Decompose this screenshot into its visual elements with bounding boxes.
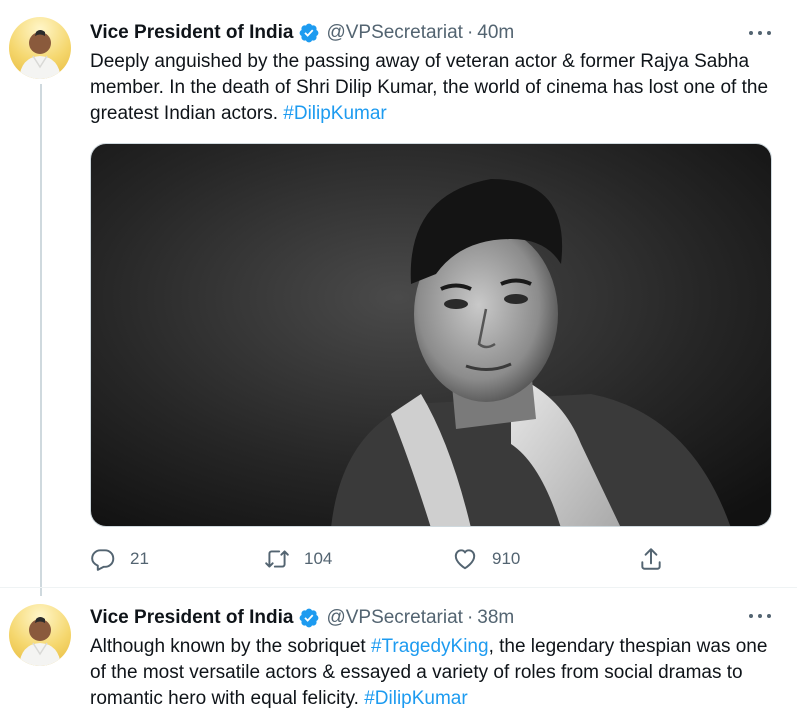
portrait-photo-image [91,144,771,526]
author-name[interactable]: Vice President of India [90,607,293,629]
tweet-text: Although known by the sobriquet #Tragedy… [90,634,780,712]
retweet-button[interactable]: 104 [264,545,332,573]
timestamp[interactable]: 38m [477,607,514,629]
tweet[interactable]: Vice President of India @VPSecretariat ·… [0,0,797,588]
hashtag-link[interactable]: #TragedyKing [371,636,489,657]
verified-badge-icon [298,607,320,629]
tweet-text: Deeply anguished by the passing away of … [90,49,780,127]
avatar-portrait-image [19,617,61,666]
tweet[interactable]: Vice President of India @VPSecretariat ·… [0,589,797,724]
author-handle[interactable]: @VPSecretariat [326,22,463,44]
tweet-text-body: Although known by the sobriquet [90,636,371,657]
hashtag-link[interactable]: #DilipKumar [283,103,386,124]
verified-badge-icon [298,22,320,44]
tweet-actions: 21 104 910 [90,545,690,573]
reply-button[interactable]: 21 [90,545,149,573]
tweet-header: Vice President of India @VPSecretariat ·… [90,20,514,46]
share-button[interactable] [638,545,664,573]
reply-count: 21 [130,549,149,568]
retweet-icon [265,550,289,568]
separator-dot: · [466,22,474,43]
timestamp[interactable]: 40m [477,22,514,44]
hashtag-link[interactable]: #DilipKumar [364,688,467,709]
avatar[interactable] [9,17,71,79]
retweet-count: 104 [304,549,333,568]
separator-dot: · [466,607,474,628]
tweet-header: Vice President of India @VPSecretariat ·… [90,605,514,631]
more-dots-icon[interactable] [749,611,771,621]
reply-icon [91,549,115,571]
tweet-media-photo[interactable] [90,143,772,527]
share-icon [641,548,661,570]
like-button[interactable]: 910 [452,545,520,573]
more-dots-icon[interactable] [749,28,771,38]
like-count: 910 [492,549,521,568]
author-name[interactable]: Vice President of India [90,22,293,44]
heart-icon [454,549,476,570]
tweet-text-body: Deeply anguished by the passing away of … [90,51,769,124]
avatar-portrait-image [19,30,61,79]
author-handle[interactable]: @VPSecretariat [326,607,463,629]
avatar[interactable] [9,604,71,666]
